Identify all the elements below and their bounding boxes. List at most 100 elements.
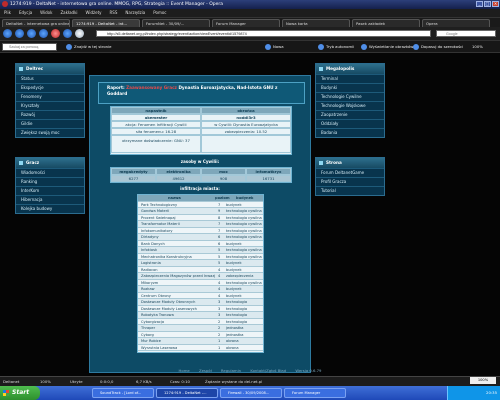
nav-profil-gracza[interactable]: Profil Gracza <box>316 177 384 186</box>
clock: 20:35 <box>486 390 497 395</box>
fit-width-button[interactable]: Dopasuj do szerokości <box>413 41 463 53</box>
panel-strona: Strona Forum DeltanetGame Profil Gracza … <box>315 157 385 196</box>
footer-team-link[interactable]: Zespół <box>199 368 212 373</box>
menu-zakladki[interactable]: Zakładki <box>60 10 77 15</box>
panel-megalopolis: Megalopolis Terminal Budynki Technologie… <box>315 63 385 138</box>
footer-contact-link[interactable]: Kontakt/Zgłoś Błąd <box>250 368 286 373</box>
attacker-name[interactable]: Zaawansowany Gracz <box>126 85 177 90</box>
offline-mode-button[interactable]: Tryb autonomii <box>318 41 354 53</box>
infiltration-name: Rozkaw <box>141 287 155 291</box>
tab-event-manager[interactable]: 1274:919 - DeltaNet - int... <box>72 19 140 27</box>
nav-fenomeny[interactable]: Fenomeny <box>16 92 84 101</box>
nav-badania[interactable]: Badania <box>316 128 384 137</box>
infiltration-type: technologia cywilna <box>226 222 262 226</box>
infiltration-row: Wyrzutnia Laserowa 1 obrona <box>138 344 263 351</box>
back-icon[interactable] <box>3 29 12 38</box>
infiltration-level: 1 <box>218 339 221 343</box>
status-hidden: Ukryte <box>70 379 83 384</box>
defender-player[interactable]: noddl3r3 <box>201 114 291 121</box>
menu-edycja[interactable]: Edycja <box>19 10 32 15</box>
forward-icon[interactable] <box>15 29 24 38</box>
infiltration-level: 1 <box>218 345 221 350</box>
rewind-icon[interactable] <box>27 29 36 38</box>
nav-gildie[interactable]: Gildie <box>16 119 84 128</box>
nav-krysztaly[interactable]: Kryształy <box>16 101 84 110</box>
nav-wiadomosci[interactable]: Wiadomości <box>16 168 84 177</box>
nav-interkom[interactable]: InterKom <box>16 186 84 195</box>
infiltration-name: Thraper <box>141 326 156 330</box>
taskbar-item-soundtrack[interactable]: SoundTrack - [Lord of... <box>92 388 154 398</box>
status-page-name: Deltanet <box>3 379 20 384</box>
tab-new[interactable]: Nowa karta <box>282 19 350 27</box>
nav-technologie-cywilne[interactable]: Technologie Cywilne <box>316 92 384 101</box>
zoom-level[interactable]: 100% <box>472 41 483 53</box>
panel-strona-header: Strona <box>316 158 384 168</box>
quick-search-input[interactable] <box>2 43 57 51</box>
maximize-icon[interactable]: □ <box>484 1 491 7</box>
taskbar-item-opera[interactable]: 1274:919 - DeltaNet -... <box>156 388 218 398</box>
tab-bookmarks[interactable]: Pasek zakładek <box>352 19 420 27</box>
tab-forum-manager[interactable]: Forum Manager <box>212 19 280 27</box>
reload-icon[interactable] <box>63 29 72 38</box>
nav-zaopatrzenie[interactable]: Zaopatrzenie <box>316 110 384 119</box>
nav-kolejka-budowy[interactable]: Kolejka budowy <box>16 204 84 213</box>
header-defender: obrońca <box>201 107 291 114</box>
find-in-page-button[interactable]: Znajdź w tej stronie <box>66 41 111 53</box>
nav-hibernacja[interactable]: Hibernacja <box>16 195 84 204</box>
nav-terminal[interactable]: Terminal <box>316 74 384 83</box>
panel-deltrec: Deltrec Status Ekspedycje Fenomeny Krysz… <box>15 63 85 138</box>
close-icon[interactable]: × <box>492 1 499 7</box>
infiltration-level: 9 <box>218 209 221 213</box>
nav-budynki[interactable]: Budynki <box>316 83 384 92</box>
nav-ekspedycje[interactable]: Ekspedycje <box>16 83 84 92</box>
footer-home-link[interactable]: Home <box>179 368 190 373</box>
taskbar-item-firewall[interactable]: Firewall - 30/09/2008... <box>220 388 282 398</box>
nav-zwieksz-moc[interactable]: Zwiększ swoją moc <box>16 128 84 137</box>
menu-widzety[interactable]: Widżety <box>86 10 102 15</box>
tab-opera[interactable]: Opera <box>422 19 490 27</box>
menu-narzedzia[interactable]: Narzędzia <box>125 10 145 15</box>
tab-forumnet[interactable]: ForumNet - 30/09/... <box>142 19 210 27</box>
footer-rules-link[interactable]: Regulamin <box>221 368 241 373</box>
taskbar-item-forum-manager[interactable]: Forum Manager <box>284 388 346 398</box>
nav-oddzialy[interactable]: Oddziały <box>316 119 384 128</box>
nav-tutorial[interactable]: Tutorial <box>316 186 384 195</box>
header-level: poziom <box>215 196 230 200</box>
window-title-bar: 1274:919 - DeltaNet - internetowa gra on… <box>0 0 500 9</box>
menu-pomoc[interactable]: Pomoc <box>153 10 166 15</box>
home-icon[interactable] <box>75 29 84 38</box>
defender-civilization: w Cywilii: Dynastia Euroazjatycka <box>201 121 291 128</box>
minimize-icon[interactable]: _ <box>476 1 483 7</box>
menu-widok[interactable]: Widok <box>40 10 52 15</box>
nav-ranking[interactable]: Ranking <box>16 177 84 186</box>
start-button[interactable]: Start <box>0 386 40 400</box>
nav-status[interactable]: Status <box>16 74 84 83</box>
search-engine-input[interactable] <box>436 30 496 37</box>
nav-forum[interactable]: Forum DeltanetGame <box>316 168 384 177</box>
status-zoom[interactable]: 100% <box>470 377 496 384</box>
resource-value: 6277 <box>111 175 156 182</box>
infiltration-type: technologia cywilna <box>226 280 262 285</box>
offline-icon <box>318 44 324 50</box>
menu-plik[interactable]: Plik <box>4 10 11 15</box>
infiltration-name: Dostawcze Moduły Laserowych <box>141 306 197 311</box>
infiltration-type: technologia cywilna <box>226 228 262 233</box>
infiltration-type: obrona <box>226 339 239 343</box>
infiltration-level: 6 <box>218 235 221 239</box>
status-elements: 0:0:0,0 <box>100 379 114 384</box>
attacker-player[interactable]: akemester <box>111 114 201 121</box>
images-toggle-button[interactable]: Wyświetlanie obrazków <box>361 41 413 53</box>
address-input[interactable] <box>96 30 431 37</box>
tab-deltanet[interactable]: DeltaNet - Internetowa gra online. <box>2 19 70 27</box>
menu-rss[interactable]: RSS <box>110 10 118 15</box>
stop-icon[interactable] <box>51 29 60 38</box>
infiltration-level: 4 <box>218 274 221 278</box>
nav-technologie-wojskowe[interactable]: Technologie Wojskowe <box>316 101 384 110</box>
square-icon <box>19 161 23 165</box>
navigation-bar <box>0 27 500 40</box>
new-button[interactable]: Nowa <box>265 41 284 53</box>
fast-forward-icon[interactable] <box>39 29 48 38</box>
infiltration-level: 4 <box>218 280 221 285</box>
nav-rozwoj[interactable]: Rozwój <box>16 110 84 119</box>
panel-megalopolis-header: Megalopolis <box>316 64 384 74</box>
